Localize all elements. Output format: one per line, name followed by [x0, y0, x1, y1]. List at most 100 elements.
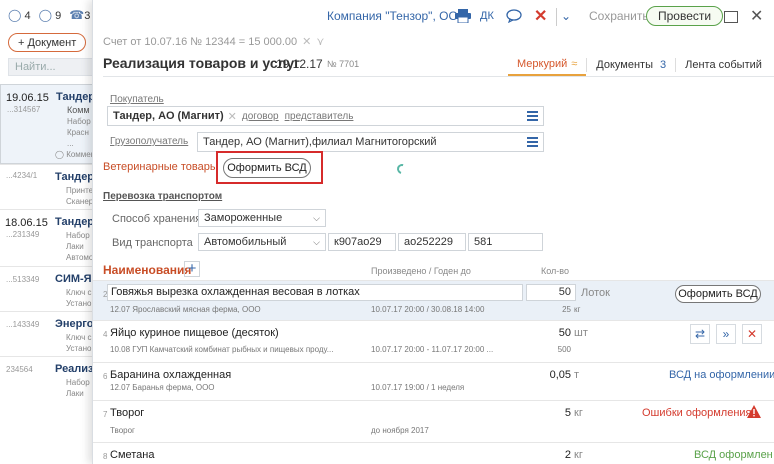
buyer-field[interactable]: Тандер, АО (Магнит) ✕ договор представит…: [107, 106, 544, 126]
mercury-icon: ≈: [571, 58, 578, 70]
contract-link[interactable]: договор: [242, 111, 279, 122]
base-document-ref[interactable]: Счет от 10.07.16 № 12344 = 15 000.00 ✕ ⋎: [103, 35, 324, 49]
table-row[interactable]: 8 Сметана 2 кг ВСД оформлен: [93, 442, 774, 464]
item-unit: кг: [574, 407, 583, 419]
table-row[interactable]: 7 Творог Творог до ноября 2017 5 кг Ошиб…: [93, 400, 774, 442]
list-item[interactable]: 234564 Реализ Набор Лаки: [0, 356, 100, 464]
trailer-number-input[interactable]: ао252229: [398, 233, 466, 251]
row-number: 7: [103, 410, 108, 419]
list-item[interactable]: 18.06.15 ...231349 Тандер, Набор Лаки Ав…: [0, 209, 100, 266]
column-qty-header: Кол-во: [541, 266, 569, 276]
link-tree-icon[interactable]: ⋎: [316, 35, 324, 48]
list-item-number: 234564: [6, 365, 33, 374]
vehicle-number-input[interactable]: к907ао29: [328, 233, 396, 251]
loading-dot: [576, 30, 590, 44]
item-qty[interactable]: 50: [533, 327, 571, 339]
item-unit: кг: [574, 449, 583, 461]
row-number: 6: [103, 372, 108, 381]
issue-vsd-button[interactable]: Оформить ВСД: [223, 158, 311, 178]
item-qty[interactable]: 2: [533, 449, 571, 461]
issue-vsd-row-button[interactable]: Оформить ВСД: [675, 285, 761, 303]
list-search-input[interactable]: Найти...: [8, 58, 96, 76]
chat-counter[interactable]: ◯ 4: [8, 8, 31, 22]
document-date[interactable]: 19.12.17: [276, 57, 323, 71]
item-name-input[interactable]: Говяжья вырезка охлажденная весовая в ло…: [107, 284, 523, 301]
status-badge[interactable]: Ошибки оформления: [642, 407, 752, 419]
item-qty[interactable]: 0,05: [533, 369, 571, 381]
company-link[interactable]: Компания "Тензор", ООО: [327, 6, 467, 26]
save-button[interactable]: Сохранить: [589, 6, 649, 26]
comment-note: ◯ Коммен: [55, 150, 96, 159]
vet-goods-title: Ветеринарные товары: [103, 161, 218, 173]
table-row[interactable]: 4 Яйцо куриное пищевое (десяток) 10.08 Г…: [93, 320, 774, 362]
representative-link[interactable]: представитель: [285, 111, 354, 122]
document-panel: Компания "Тензор", ООО ДК ✕ ⌄ Сохранить …: [92, 0, 774, 464]
document-number[interactable]: № 7701: [327, 59, 359, 69]
dk-button[interactable]: ДК: [480, 6, 494, 26]
status-badge[interactable]: ВСД оформлен: [694, 449, 773, 461]
list-item[interactable]: ...4234/1 Тандер, Принте Сканер: [0, 164, 100, 209]
row-number: 4: [103, 330, 108, 339]
chevron-down-icon: ⌵: [313, 237, 320, 247]
print-icon[interactable]: [455, 6, 473, 26]
transport-type-label: Вид транспорта: [112, 237, 193, 249]
add-item-button[interactable]: +: [184, 261, 200, 277]
table-row[interactable]: 6 Баранина охлажденная 12.07 Баранья фер…: [93, 362, 774, 400]
item-dates: 10.07.17 20:00 - 11.07.17 20:00 ...: [371, 345, 494, 354]
item-dates: 10.07.17 19:00 / 1 неделя: [371, 383, 465, 392]
column-dates-header: Произведено / Годен до: [371, 266, 471, 276]
clear-buyer-icon[interactable]: ✕: [228, 110, 237, 123]
chevron-down-icon[interactable]: ⌄: [561, 6, 571, 26]
list-item-number: ...4234/1: [6, 171, 38, 180]
close-icon[interactable]: ✕: [750, 6, 763, 26]
list-item-title: Тандер,: [55, 171, 98, 183]
list-icon[interactable]: [527, 137, 538, 147]
list-item-details: Набор Лаки: [66, 378, 90, 398]
tab-documents[interactable]: Документы 3: [587, 54, 675, 76]
delete-row-icon[interactable]: ✕: [742, 324, 762, 344]
item-qty-input[interactable]: 50: [526, 284, 576, 301]
window-mode-icon[interactable]: [724, 11, 738, 23]
consignee-label[interactable]: Грузополучатель: [110, 136, 188, 147]
split-icon[interactable]: ⇄: [690, 324, 710, 344]
tab-events[interactable]: Лента событий: [676, 54, 771, 76]
list-item-title: Реализ: [55, 363, 94, 375]
items-title: Наименования: [103, 263, 192, 277]
provesti-button[interactable]: Провести: [646, 6, 724, 26]
buyer-label[interactable]: Покупатель: [110, 94, 164, 105]
consignee-field[interactable]: Тандер, АО (Магнит),филиал Магнитогорски…: [197, 132, 544, 152]
item-supplier: Творог: [110, 426, 135, 435]
partial-counter: ☎3: [69, 8, 91, 22]
row-number: 8: [103, 452, 108, 461]
messages-counter[interactable]: ◯ 9: [39, 8, 62, 22]
list-item-title: Тандер,: [55, 216, 98, 228]
item-subunit: кг: [574, 305, 581, 314]
forward-icon[interactable]: »: [716, 324, 736, 344]
tabs-divider: [103, 76, 774, 77]
list-item[interactable]: ...143349 Энергог Ключ с Устано: [0, 311, 100, 356]
item-dates: 10.07.17 20:00 / 30.08.18 14:00: [371, 305, 485, 314]
status-badge[interactable]: ВСД на оформлении: [669, 369, 774, 381]
tab-mercury[interactable]: Меркурий ≈: [508, 54, 587, 76]
comment-icon[interactable]: [506, 6, 524, 26]
delete-icon[interactable]: ✕: [534, 6, 547, 26]
list-item-number: ...314567: [7, 105, 41, 114]
item-subqty: 500: [557, 345, 571, 354]
list-item-details: Принте Сканер: [66, 186, 94, 206]
item-subqty: 25: [562, 305, 571, 314]
item-qty[interactable]: 5: [533, 407, 571, 419]
toolbar-divider: [556, 8, 557, 26]
storage-label: Способ хранения: [112, 213, 202, 225]
add-document-button[interactable]: + Документ: [8, 33, 87, 52]
table-row[interactable]: 2 Говяжья вырезка охлажденная весовая в …: [93, 280, 774, 320]
storage-select[interactable]: Замороженные ⌵: [198, 209, 326, 227]
list-item-number: ...513349: [6, 275, 40, 284]
list-icon[interactable]: [527, 111, 538, 121]
container-number-input[interactable]: 581: [468, 233, 543, 251]
remove-ref-icon[interactable]: ✕: [302, 35, 311, 48]
transport-type-select[interactable]: Автомобильный ⌵: [198, 233, 326, 251]
list-item[interactable]: ...513349 СИМ-ЯР Ключ с Устано: [0, 266, 100, 311]
chevron-down-icon: ⌵: [313, 213, 320, 223]
list-item[interactable]: 19.06.15 ...314567 Тандер, Комм Набор Кр…: [0, 84, 100, 164]
transport-link[interactable]: Перевозка транспортом: [103, 191, 222, 202]
